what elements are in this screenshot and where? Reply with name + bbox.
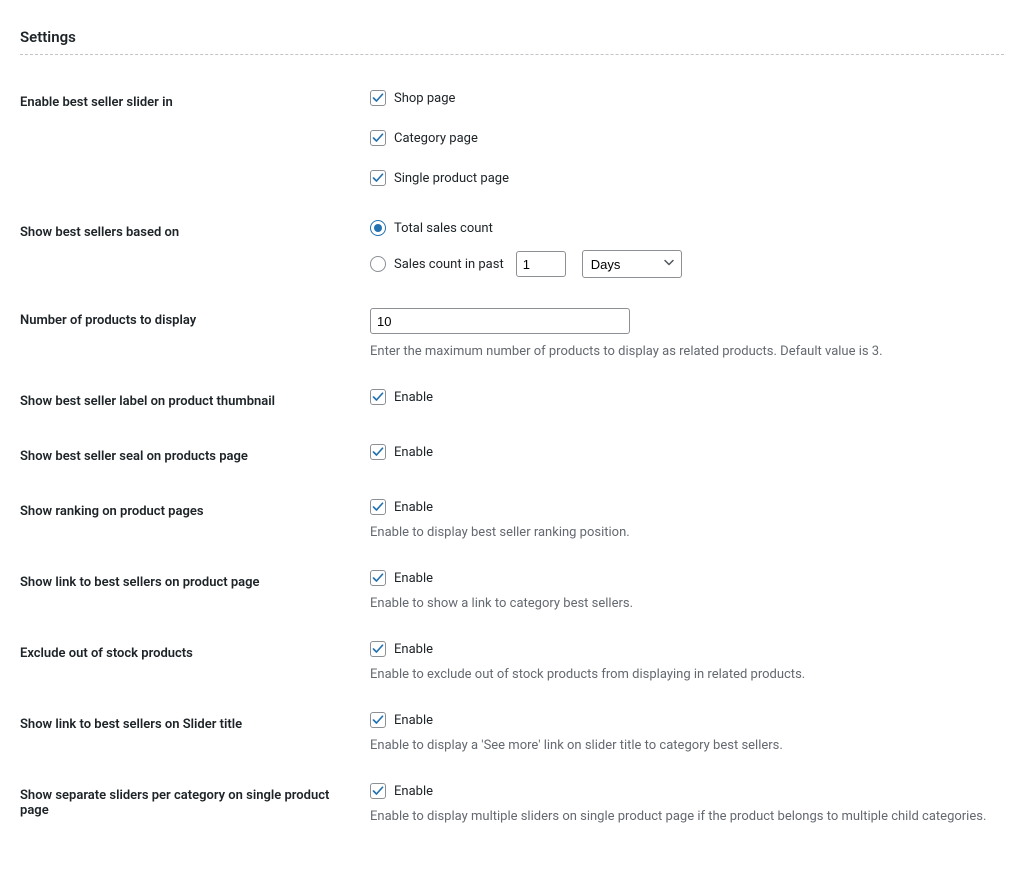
checkbox-seal-page[interactable]: [370, 444, 386, 460]
radio-label[interactable]: Sales count in past: [394, 257, 504, 272]
row-label: Show best seller seal on products page: [20, 429, 370, 484]
checkbox-link-slider[interactable]: [370, 712, 386, 728]
row-based-on: Show best sellers based on Total sales c…: [20, 205, 1004, 293]
row-label-thumbnail: Show best seller label on product thumbn…: [20, 374, 1004, 429]
row-label: Show separate sliders per category on si…: [20, 768, 370, 839]
row-label: Show link to best sellers on Slider titl…: [20, 697, 370, 768]
sales-past-unit-select[interactable]: Days: [582, 250, 682, 278]
row-link-product: Show link to best sellers on product pag…: [20, 555, 1004, 626]
row-ranking: Show ranking on product pages Enable Ena…: [20, 484, 1004, 555]
checkbox-category-page[interactable]: [370, 130, 386, 146]
num-products-input[interactable]: [370, 308, 630, 334]
checkbox-label[interactable]: Enable: [394, 784, 433, 799]
checkbox-label-thumbnail[interactable]: [370, 389, 386, 405]
checkbox-exclude-oos[interactable]: [370, 641, 386, 657]
checkbox-label[interactable]: Single product page: [394, 171, 509, 186]
checkbox-single-product-page[interactable]: [370, 170, 386, 186]
row-label: Show ranking on product pages: [20, 484, 370, 555]
row-separate-sliders: Show separate sliders per category on si…: [20, 768, 1004, 839]
checkbox-shop-page[interactable]: [370, 90, 386, 106]
help-text: Enable to display best seller ranking po…: [370, 525, 994, 540]
settings-panel: Settings Enable best seller slider in Sh…: [0, 28, 1024, 879]
row-label: Show link to best sellers on product pag…: [20, 555, 370, 626]
checkbox-label[interactable]: Enable: [394, 445, 433, 460]
help-text: Enter the maximum number of products to …: [370, 344, 994, 359]
row-exclude-oos: Exclude out of stock products Enable Ena…: [20, 626, 1004, 697]
row-num-products: Number of products to display Enter the …: [20, 293, 1004, 374]
row-label: Enable best seller slider in: [20, 75, 370, 205]
checkbox-label[interactable]: Enable: [394, 642, 433, 657]
row-label: Exclude out of stock products: [20, 626, 370, 697]
checkbox-label[interactable]: Enable: [394, 390, 433, 405]
checkbox-separate-sliders[interactable]: [370, 783, 386, 799]
help-text: Enable to display a 'See more' link on s…: [370, 738, 994, 753]
section-title: Settings: [20, 28, 1004, 46]
checkbox-ranking[interactable]: [370, 499, 386, 515]
radio-total-sales[interactable]: [370, 220, 386, 236]
row-seal-page: Show best seller seal on products page E…: [20, 429, 1004, 484]
help-text: Enable to exclude out of stock products …: [370, 667, 994, 682]
checkbox-label[interactable]: Enable: [394, 571, 433, 586]
radio-label[interactable]: Total sales count: [394, 221, 493, 236]
enable-slider-options: Shop page Category page Si: [370, 90, 994, 190]
settings-table: Enable best seller slider in Shop page: [20, 75, 1004, 839]
radio-sales-past[interactable]: [370, 256, 386, 272]
row-label: Show best sellers based on: [20, 205, 370, 293]
separator: [20, 54, 1004, 55]
checkbox-label[interactable]: Shop page: [394, 91, 455, 106]
help-text: Enable to show a link to category best s…: [370, 596, 994, 611]
row-link-slider: Show link to best sellers on Slider titl…: [20, 697, 1004, 768]
help-text: Enable to display multiple sliders on si…: [370, 809, 994, 824]
row-label: Show best seller label on product thumbn…: [20, 374, 370, 429]
checkbox-link-product[interactable]: [370, 570, 386, 586]
checkbox-label[interactable]: Enable: [394, 713, 433, 728]
row-label: Number of products to display: [20, 293, 370, 374]
checkbox-label[interactable]: Enable: [394, 500, 433, 515]
sales-past-value-input[interactable]: [516, 251, 566, 277]
based-on-options: Total sales count Sales count in past Da…: [370, 220, 994, 278]
checkbox-label[interactable]: Category page: [394, 131, 478, 146]
row-enable-slider: Enable best seller slider in Shop page: [20, 75, 1004, 205]
